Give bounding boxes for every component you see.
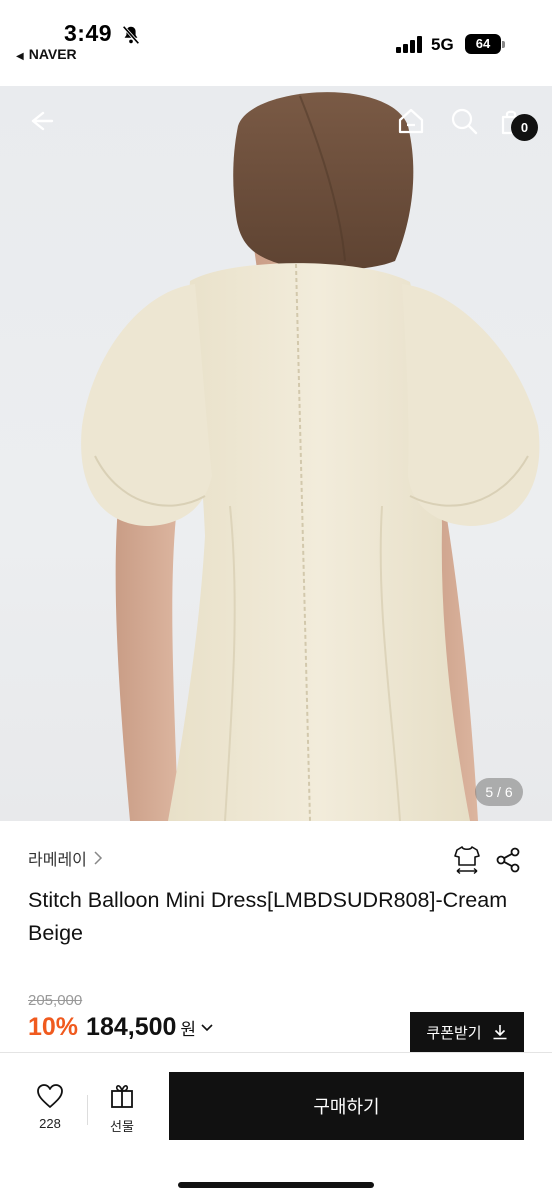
discount-rate: 10% [28,1013,79,1041]
home-indicator [178,1182,374,1188]
brand-link[interactable]: 라메레이 [28,846,103,870]
bottom-action-bar: 228 선물 구매하기 [0,1052,552,1200]
back-button[interactable] [24,104,58,138]
back-to-app-link[interactable]: ◀ NAVER [16,46,77,62]
search-button[interactable] [447,104,481,138]
product-title: Stitch Balloon Mini Dress[LMBDSUDR808]-C… [28,888,508,945]
status-time: 3:49 [64,20,113,46]
arrow-left-icon [31,111,54,131]
brand-name: 라메레이 [28,852,87,869]
dress-photo [81,92,540,821]
product-image[interactable] [0,86,552,821]
network-label: 5G [431,35,454,54]
home-icon [398,108,424,134]
gift-button[interactable]: 선물 [102,1083,142,1135]
coupon-download-button[interactable]: 쿠폰받기 [410,1012,524,1052]
back-app-label: NAVER [28,46,77,62]
buy-button[interactable]: 구매하기 [169,1072,524,1140]
chevron-right-icon [94,851,102,865]
back-triangle-icon: ◀ [16,51,24,62]
original-price: 205,000 [28,992,83,1009]
coupon-label: 쿠폰받기 [426,1024,482,1042]
currency-label: 원 [180,1020,197,1039]
share-button[interactable] [493,845,523,875]
search-icon [451,108,478,135]
chevron-down-icon[interactable] [201,1023,213,1032]
gift-label: 선물 [110,1119,134,1134]
image-counter: 5 / 6 [475,778,523,806]
battery-icon: 64 [465,34,501,54]
download-icon [493,1025,507,1040]
cart-count-badge: 0 [511,114,538,141]
share-icon [496,847,520,873]
bell-slash-icon [122,25,140,45]
home-button[interactable] [394,104,428,138]
shirt-size-icon [454,846,480,875]
heart-icon [37,1084,63,1108]
bottom-divider [87,1095,88,1125]
price-row: 10% 184,500 원 [28,1013,213,1042]
status-bar: 3:49 ◀ NAVER 5G 64 [0,0,552,86]
gift-icon [111,1085,133,1108]
like-button[interactable]: 228 [30,1083,70,1131]
size-guide-button[interactable] [452,845,482,875]
battery-cap [502,41,505,48]
like-count: 228 [39,1116,61,1131]
sale-price: 184,500 [86,1013,177,1041]
signal-icon [396,36,423,53]
